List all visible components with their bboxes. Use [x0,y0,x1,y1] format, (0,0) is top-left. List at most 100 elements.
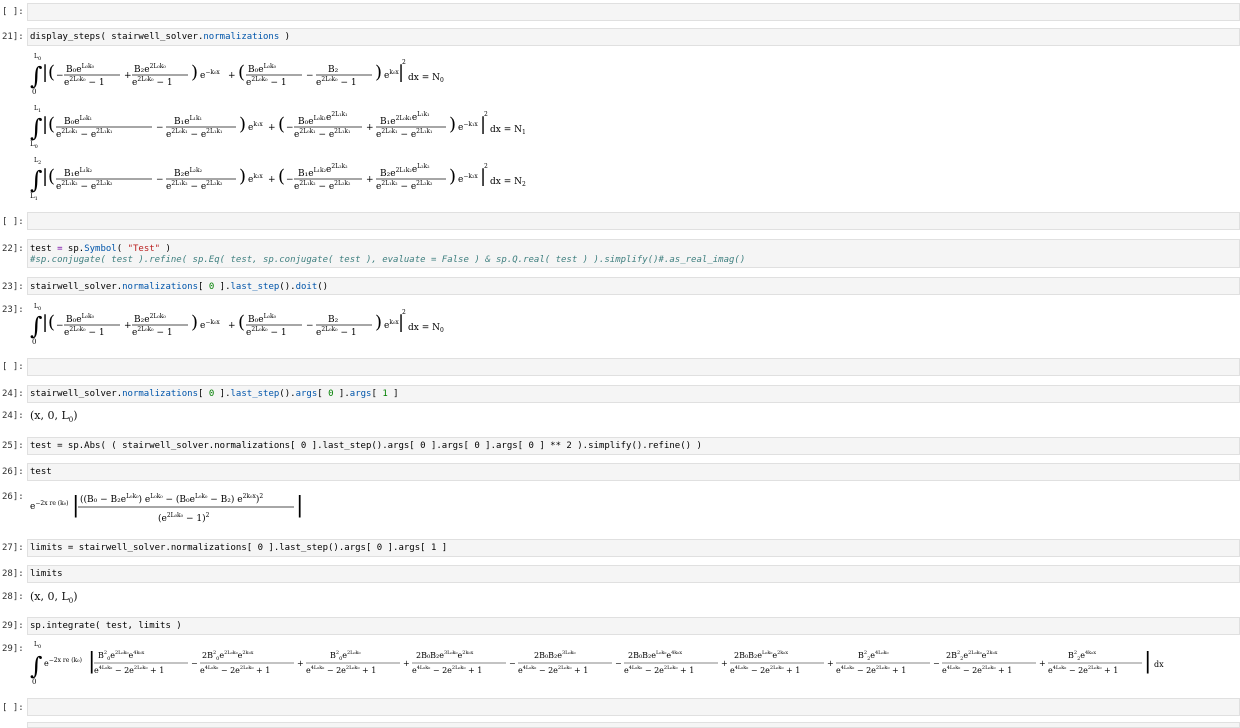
empty-code-cell[interactable] [27,358,1240,376]
svg-text:+: + [1039,659,1046,668]
svg-text:): ) [191,62,198,83]
empty-code-cell[interactable] [27,698,1240,716]
cell-prompt: 29]: [2,621,24,631]
output-28-tuple: (x, 0, L0) [30,590,78,606]
svg-text:∫: ∫ [30,166,43,194]
svg-text:dx: dx [1154,660,1164,669]
svg-text:(e2L₀k₀ − 1)2: (e2L₀k₀ − 1)2 [158,512,210,524]
svg-text:e4L₀k₀ − 2e2L₀k₀ + 1: e4L₀k₀ − 2e2L₀k₀ + 1 [1048,665,1118,675]
cell-prompt: [ ]: [2,217,24,227]
svg-text:B₀eL₀k₀: B₀eL₀k₀ [248,313,277,325]
svg-text:e4L₀k₀ − 2e2L₀k₀ + 1: e4L₀k₀ − 2e2L₀k₀ + 1 [942,665,1012,675]
svg-text:(: ( [278,114,285,135]
svg-text:2: 2 [402,309,406,316]
code-line-29: sp.integrate( test, limits ) [30,621,182,631]
svg-text:(: ( [238,312,245,333]
svg-text:e4L₀k₀ − 2e2L₀k₀ + 1: e4L₀k₀ − 2e2L₀k₀ + 1 [94,665,164,675]
svg-text:e2L₁k₂ − e2L₂k₂: e2L₁k₂ − e2L₂k₂ [166,180,223,192]
svg-text:dx = N2: dx = N2 [490,177,526,188]
svg-text:B₂eL₂k₂: B₂eL₂k₂ [174,167,203,179]
empty-code-cell[interactable] [27,3,1240,21]
svg-text:(: ( [48,114,55,135]
svg-text:B₁e2L₀k₁eL₁k₁: B₁e2L₀k₁eL₁k₁ [380,111,430,127]
cell-prompt: [ ]: [2,703,24,713]
svg-text:e2L₀k₀ − 1: e2L₀k₀ − 1 [316,326,357,338]
svg-text:−: − [56,321,64,331]
svg-text:B₀eL₀k₁e2L₁k₁: B₀eL₀k₁e2L₁k₁ [298,111,348,127]
svg-text:B₂: B₂ [328,315,339,325]
svg-text:2B₀B₂e3L₀k₀: 2B₀B₂e3L₀k₀ [534,650,576,660]
svg-text:−: − [286,123,294,133]
svg-text:B₀eL₀k₀: B₀eL₀k₀ [66,63,95,75]
empty-code-cell[interactable] [27,212,1240,230]
svg-text:−: − [156,175,164,185]
svg-text:e−k₀x: e−k₀x [200,69,220,81]
svg-text:e−k₁x: e−k₁x [458,121,478,133]
svg-text:0: 0 [32,88,36,96]
svg-text:|: | [1144,649,1151,674]
code-line-21: display_steps( stairwell_solver.normaliz… [30,32,291,42]
svg-text:+: + [124,321,132,331]
cell-prompt: 21]: [2,32,24,42]
svg-text:B20e2L₀k₀: B20e2L₀k₀ [330,650,361,662]
svg-text:): ) [239,114,246,135]
svg-text:0: 0 [38,644,41,650]
svg-text:e2L₀k₀ − 1: e2L₀k₀ − 1 [246,326,287,338]
output-23-math: L0 ∫ 0 | ( − B₀eL₀k₀ e2L₀k₀ − 1 + B₂e2L₀… [30,303,444,346]
svg-text:(: ( [48,62,55,83]
svg-text:−: − [933,659,940,668]
svg-text:2B₀B₂eL₀k₀e4k₀x: 2B₀B₂eL₀k₀e4k₀x [628,650,682,660]
svg-text:ek₁x: ek₁x [248,121,263,133]
svg-text:e−2x re (k₀): e−2x re (k₀) [30,500,69,512]
code-line-28: limits [30,569,63,579]
svg-text:): ) [375,312,382,333]
svg-text:e2L₁k₂ − e2L₂k₂: e2L₁k₂ − e2L₂k₂ [294,180,351,192]
svg-text:e4L₀k₀ − 2e2L₀k₀ + 1: e4L₀k₀ − 2e2L₀k₀ + 1 [306,665,376,675]
cell-prompt: [ ]: [2,7,24,17]
svg-text:): ) [239,166,246,187]
svg-text:+: + [268,175,276,185]
svg-text:2B₀B₂eL₀k₀e2k₀x: 2B₀B₂eL₀k₀e2k₀x [734,650,788,660]
svg-text:+: + [721,659,728,668]
svg-text:e−k₂x: e−k₂x [458,173,478,185]
code-line-26: test [30,467,52,477]
code-cell-29[interactable] [27,617,1240,635]
svg-text:): ) [191,312,198,333]
cell-prompt: 28]: [2,569,24,579]
svg-text:2: 2 [484,163,488,170]
svg-text:e2L₀k₀ − 1: e2L₀k₀ − 1 [64,326,105,338]
normalization-equation-2: L2 ∫ L1 | ( B₁eL₁k₂ e2L₁k₂ − e2L₂k₂ − B₂… [30,157,526,202]
code-cell-26[interactable] [27,463,1240,481]
code-cell-28[interactable] [27,565,1240,583]
svg-text:(: ( [278,166,285,187]
svg-text:e2L₀k₀ − 1: e2L₀k₀ − 1 [316,76,357,88]
normalization-equation-0: L0 ∫ 0 | ( − B₀eL₀k₀ e2L₀k₀ − 1 + B₂e2L₀… [30,53,444,96]
svg-text:0: 0 [32,678,36,686]
svg-text:B20e2L₀k₀e4k₀x: B20e2L₀k₀e4k₀x [98,650,144,662]
normalization-equation-1: L1 ∫ L0 | ( B₀eL₀k₁ e2L₀k₁ − e2L₁k₁ − B₁… [30,105,526,150]
empty-code-cell-partial[interactable] [27,722,1240,728]
svg-text:+: + [268,123,276,133]
cell-prompt: 26]: [2,467,24,477]
cell-prompt: 24]: [2,411,24,421]
svg-text:e4L₀k₀ − 2e2L₀k₀ + 1: e4L₀k₀ − 2e2L₀k₀ + 1 [836,665,906,675]
svg-text:B₀eL₀k₁: B₀eL₀k₁ [64,115,92,127]
svg-text:0: 0 [32,338,36,346]
svg-text:2: 2 [484,111,488,118]
svg-text:B₁eL₁k₂e2L₂k₂: B₁eL₁k₂e2L₂k₂ [298,163,348,179]
svg-text:2B22e2L₀k₀e2k₀x: 2B22e2L₀k₀e2k₀x [946,650,998,662]
svg-text:|: | [72,493,79,518]
svg-text:B₂e2L₁k₂eL₂k₂: B₂e2L₁k₂eL₂k₂ [380,163,430,179]
cell-prompt: 23]: [2,305,24,315]
cell-prompt: 27]: [2,543,24,553]
svg-text:−: − [509,659,516,668]
code-line-23: stairwell_solver.normalizations[ 0 ].las… [30,282,329,292]
svg-text:B₁eL₁k₂: B₁eL₁k₂ [64,167,93,179]
svg-text:): ) [449,166,456,187]
svg-text:2B₀B₂e3L₀k₀e2k₀x: 2B₀B₂e3L₀k₀e2k₀x [416,650,473,660]
svg-text:−: − [286,175,294,185]
svg-text:B₂e2L₀k₀: B₂e2L₀k₀ [134,313,166,325]
svg-text:∫: ∫ [30,114,43,142]
svg-text:+: + [827,659,834,668]
svg-text:∫: ∫ [30,312,43,340]
